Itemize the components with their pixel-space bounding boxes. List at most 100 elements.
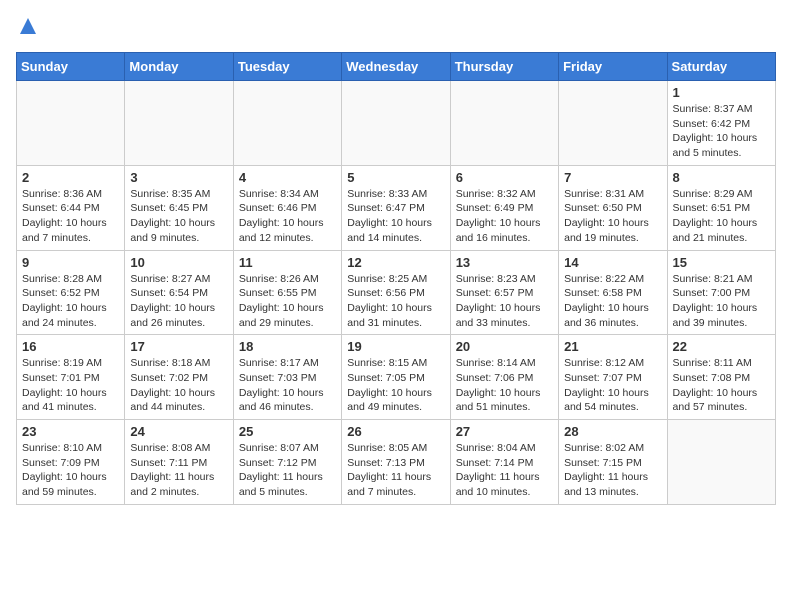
day-number: 23 (22, 424, 119, 439)
day-info: Sunrise: 8:17 AM Sunset: 7:03 PM Dayligh… (239, 356, 336, 415)
day-number: 12 (347, 255, 444, 270)
day-info: Sunrise: 8:33 AM Sunset: 6:47 PM Dayligh… (347, 187, 444, 246)
day-info: Sunrise: 8:28 AM Sunset: 6:52 PM Dayligh… (22, 272, 119, 331)
day-info: Sunrise: 8:11 AM Sunset: 7:08 PM Dayligh… (673, 356, 770, 415)
column-header-friday: Friday (559, 53, 667, 81)
day-info: Sunrise: 8:08 AM Sunset: 7:11 PM Dayligh… (130, 441, 227, 500)
column-header-saturday: Saturday (667, 53, 775, 81)
calendar-cell: 1 Sunrise: 8:37 AM Sunset: 6:42 PM Daylig… (667, 81, 775, 166)
calendar-cell: 25 Sunrise: 8:07 AM Sunset: 7:12 PM Dayli… (233, 420, 341, 505)
day-number: 14 (564, 255, 661, 270)
day-number: 19 (347, 339, 444, 354)
calendar-week-2: 2 Sunrise: 8:36 AM Sunset: 6:44 PM Daylig… (17, 165, 776, 250)
calendar-cell: 20 Sunrise: 8:14 AM Sunset: 7:06 PM Dayli… (450, 335, 558, 420)
day-info: Sunrise: 8:05 AM Sunset: 7:13 PM Dayligh… (347, 441, 444, 500)
day-number: 3 (130, 170, 227, 185)
day-number: 20 (456, 339, 553, 354)
calendar-week-1: 1 Sunrise: 8:37 AM Sunset: 6:42 PM Daylig… (17, 81, 776, 166)
calendar-cell: 2 Sunrise: 8:36 AM Sunset: 6:44 PM Daylig… (17, 165, 125, 250)
day-info: Sunrise: 8:27 AM Sunset: 6:54 PM Dayligh… (130, 272, 227, 331)
calendar-cell: 28 Sunrise: 8:02 AM Sunset: 7:15 PM Dayli… (559, 420, 667, 505)
day-number: 15 (673, 255, 770, 270)
day-info: Sunrise: 8:35 AM Sunset: 6:45 PM Dayligh… (130, 187, 227, 246)
day-number: 2 (22, 170, 119, 185)
calendar-cell: 17 Sunrise: 8:18 AM Sunset: 7:02 PM Dayli… (125, 335, 233, 420)
calendar-cell: 21 Sunrise: 8:12 AM Sunset: 7:07 PM Dayli… (559, 335, 667, 420)
day-number: 4 (239, 170, 336, 185)
calendar-cell: 26 Sunrise: 8:05 AM Sunset: 7:13 PM Dayli… (342, 420, 450, 505)
calendar-cell: 24 Sunrise: 8:08 AM Sunset: 7:11 PM Dayli… (125, 420, 233, 505)
calendar-cell: 3 Sunrise: 8:35 AM Sunset: 6:45 PM Daylig… (125, 165, 233, 250)
logo-icon (16, 16, 40, 40)
calendar-cell: 9 Sunrise: 8:28 AM Sunset: 6:52 PM Daylig… (17, 250, 125, 335)
calendar-cell: 14 Sunrise: 8:22 AM Sunset: 6:58 PM Dayli… (559, 250, 667, 335)
calendar-cell: 7Sunrise: 8:31 AM Sunset: 6:50 PM Daylig… (559, 165, 667, 250)
day-number: 13 (456, 255, 553, 270)
calendar-cell: 23Sunrise: 8:10 AM Sunset: 7:09 PM Dayli… (17, 420, 125, 505)
column-header-monday: Monday (125, 53, 233, 81)
column-header-thursday: Thursday (450, 53, 558, 81)
calendar-cell: 15 Sunrise: 8:21 AM Sunset: 7:00 PM Dayli… (667, 250, 775, 335)
calendar-cell (125, 81, 233, 166)
day-number: 11 (239, 255, 336, 270)
calendar-cell: 6 Sunrise: 8:32 AM Sunset: 6:49 PM Daylig… (450, 165, 558, 250)
calendar-cell: 12 Sunrise: 8:25 AM Sunset: 6:56 PM Dayli… (342, 250, 450, 335)
day-number: 26 (347, 424, 444, 439)
day-info: Sunrise: 8:36 AM Sunset: 6:44 PM Dayligh… (22, 187, 119, 246)
day-info: Sunrise: 8:22 AM Sunset: 6:58 PM Dayligh… (564, 272, 661, 331)
column-header-sunday: Sunday (17, 53, 125, 81)
calendar-table: SundayMondayTuesdayWednesdayThursdayFrid… (16, 52, 776, 505)
calendar-cell: 8 Sunrise: 8:29 AM Sunset: 6:51 PM Daylig… (667, 165, 775, 250)
day-number: 8 (673, 170, 770, 185)
column-header-wednesday: Wednesday (342, 53, 450, 81)
day-info: Sunrise: 8:37 AM Sunset: 6:42 PM Dayligh… (673, 102, 770, 161)
day-info: Sunrise: 8:25 AM Sunset: 6:56 PM Dayligh… (347, 272, 444, 331)
calendar-cell: 4Sunrise: 8:34 AM Sunset: 6:46 PM Daylig… (233, 165, 341, 250)
day-info: Sunrise: 8:26 AM Sunset: 6:55 PM Dayligh… (239, 272, 336, 331)
calendar-cell: 16 Sunrise: 8:19 AM Sunset: 7:01 PM Dayli… (17, 335, 125, 420)
day-info: Sunrise: 8:21 AM Sunset: 7:00 PM Dayligh… (673, 272, 770, 331)
calendar-cell (233, 81, 341, 166)
logo (16, 16, 44, 40)
calendar-cell: 22 Sunrise: 8:11 AM Sunset: 7:08 PM Dayli… (667, 335, 775, 420)
day-number: 25 (239, 424, 336, 439)
day-info: Sunrise: 8:07 AM Sunset: 7:12 PM Dayligh… (239, 441, 336, 500)
day-number: 6 (456, 170, 553, 185)
calendar-cell (342, 81, 450, 166)
calendar-cell: 27Sunrise: 8:04 AM Sunset: 7:14 PM Dayli… (450, 420, 558, 505)
day-info: Sunrise: 8:32 AM Sunset: 6:49 PM Dayligh… (456, 187, 553, 246)
day-info: Sunrise: 8:29 AM Sunset: 6:51 PM Dayligh… (673, 187, 770, 246)
day-number: 22 (673, 339, 770, 354)
day-number: 21 (564, 339, 661, 354)
calendar-header-row: SundayMondayTuesdayWednesdayThursdayFrid… (17, 53, 776, 81)
day-number: 1 (673, 85, 770, 100)
calendar-cell: 10 Sunrise: 8:27 AM Sunset: 6:54 PM Dayli… (125, 250, 233, 335)
day-info: Sunrise: 8:04 AM Sunset: 7:14 PM Dayligh… (456, 441, 553, 500)
calendar-week-5: 23Sunrise: 8:10 AM Sunset: 7:09 PM Dayli… (17, 420, 776, 505)
day-info: Sunrise: 8:18 AM Sunset: 7:02 PM Dayligh… (130, 356, 227, 415)
day-number: 16 (22, 339, 119, 354)
calendar-cell: 19 Sunrise: 8:15 AM Sunset: 7:05 PM Dayli… (342, 335, 450, 420)
day-number: 28 (564, 424, 661, 439)
calendar-week-3: 9 Sunrise: 8:28 AM Sunset: 6:52 PM Daylig… (17, 250, 776, 335)
page-header (16, 16, 776, 40)
calendar-cell: 5 Sunrise: 8:33 AM Sunset: 6:47 PM Daylig… (342, 165, 450, 250)
day-info: Sunrise: 8:19 AM Sunset: 7:01 PM Dayligh… (22, 356, 119, 415)
calendar-cell: 13 Sunrise: 8:23 AM Sunset: 6:57 PM Dayli… (450, 250, 558, 335)
calendar-cell (450, 81, 558, 166)
day-number: 5 (347, 170, 444, 185)
day-info: Sunrise: 8:15 AM Sunset: 7:05 PM Dayligh… (347, 356, 444, 415)
day-number: 10 (130, 255, 227, 270)
day-info: Sunrise: 8:12 AM Sunset: 7:07 PM Dayligh… (564, 356, 661, 415)
calendar-cell (17, 81, 125, 166)
day-number: 24 (130, 424, 227, 439)
day-number: 17 (130, 339, 227, 354)
day-info: Sunrise: 8:23 AM Sunset: 6:57 PM Dayligh… (456, 272, 553, 331)
day-number: 9 (22, 255, 119, 270)
day-info: Sunrise: 8:02 AM Sunset: 7:15 PM Dayligh… (564, 441, 661, 500)
calendar-cell (667, 420, 775, 505)
day-number: 7 (564, 170, 661, 185)
calendar-cell (559, 81, 667, 166)
day-info: Sunrise: 8:14 AM Sunset: 7:06 PM Dayligh… (456, 356, 553, 415)
calendar-week-4: 16 Sunrise: 8:19 AM Sunset: 7:01 PM Dayli… (17, 335, 776, 420)
